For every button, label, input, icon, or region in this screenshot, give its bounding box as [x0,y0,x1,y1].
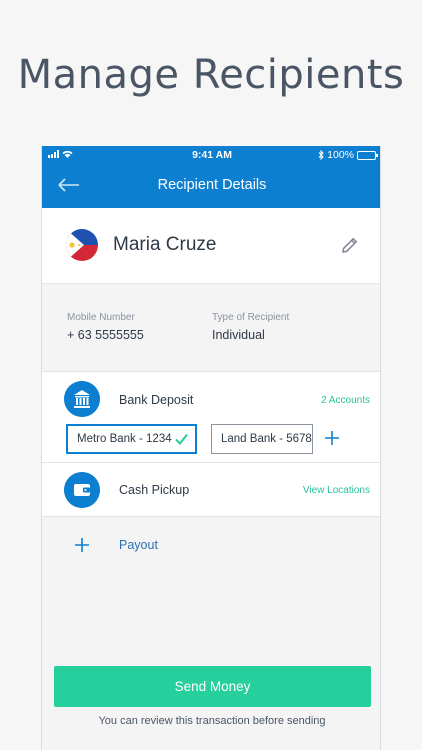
recipient-header: Maria Cruze [42,208,380,284]
battery-icon [357,150,378,160]
bank-deposit-label: Bank Deposit [119,393,194,407]
status-bar: 9:41 AM 100% [42,146,380,164]
recipient-name: Maria Cruze [113,234,217,255]
nav-title: Recipient Details [157,177,267,193]
recipient-details: Mobile Number + 63 5555555 Type of Recip… [42,284,380,372]
cash-pickup-label: Cash Pickup [119,483,190,497]
phone-screen: 9:41 AM 100% Recipient Details Maria Cru… [41,146,381,750]
view-locations-link[interactable]: View Locations [303,485,370,496]
add-account-plus-icon[interactable] [324,430,340,446]
recipient-type-label: Type of Recipient [212,312,290,323]
mobile-number-value: + 63 5555555 [67,328,144,342]
bank-account-chip[interactable]: Land Bank - 5678 [211,424,313,454]
payout-plus-icon[interactable] [74,537,90,553]
bluetooth-icon [318,150,324,160]
mobile-number-label: Mobile Number [67,312,135,323]
bank-icon [64,381,100,417]
pencil-edit-icon[interactable] [340,235,360,255]
recipient-type-value: Individual [212,328,265,342]
bank-account-chip-selected[interactable]: Metro Bank - 1234 [66,424,197,454]
battery-percent: 100% [327,149,354,161]
headline: Manage Recipients [17,52,405,98]
philippines-flag-icon [66,229,98,261]
nav-bar: Recipient Details [42,164,380,208]
payout-link[interactable]: Payout [119,538,158,552]
send-money-button[interactable]: Send Money [54,666,371,707]
bank-account-label: Metro Bank - 1234 [77,433,172,445]
bank-account-label: Land Bank - 5678 [221,433,312,445]
cash-pickup-section[interactable]: Cash Pickup View Locations [42,463,380,517]
wallet-icon [64,472,100,508]
review-note: You can review this transaction before s… [98,715,326,727]
bank-deposit-section: Bank Deposit 2 Accounts Metro Bank - 123… [42,372,380,463]
checkmark-icon [174,433,188,445]
accounts-link[interactable]: 2 Accounts [321,395,370,406]
